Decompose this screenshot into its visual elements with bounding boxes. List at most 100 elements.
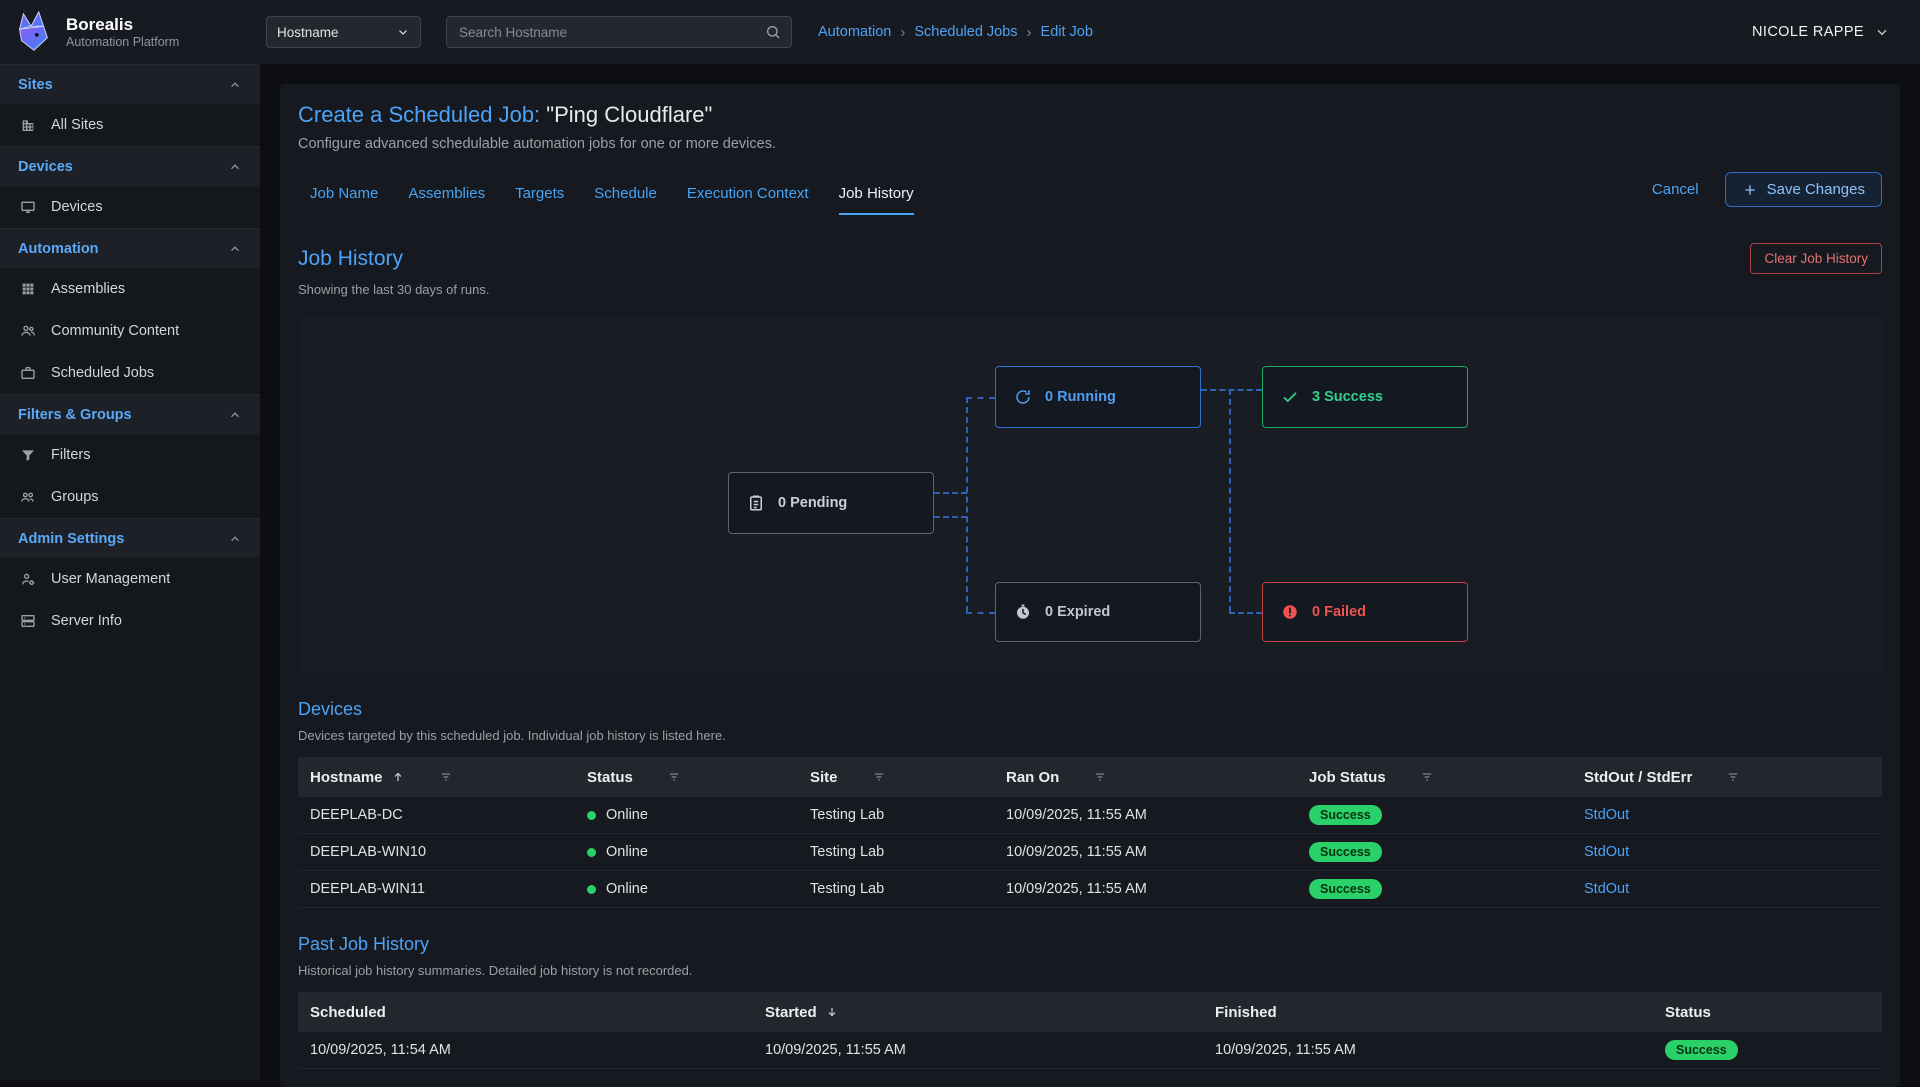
status-badge: Success xyxy=(1309,805,1382,825)
clock-icon xyxy=(1014,603,1032,621)
stdout-link[interactable]: StdOut xyxy=(1584,881,1629,897)
sidebar-item-assemblies[interactable]: Assemblies xyxy=(0,268,260,310)
page-subtitle: Configure advanced schedulable automatio… xyxy=(298,136,1882,152)
breadcrumb-edit-job[interactable]: Edit Job xyxy=(1041,24,1093,40)
tab-execution-context[interactable]: Execution Context xyxy=(687,185,809,215)
sidebar-item-label: Groups xyxy=(51,489,99,505)
table-row[interactable]: 10/09/2025, 11:54 AM 10/09/2025, 11:55 A… xyxy=(298,1032,1882,1069)
tabs: Job Name Assemblies Targets Schedule Exe… xyxy=(298,185,914,215)
sidebar-item-groups[interactable]: Groups xyxy=(0,476,260,518)
funnel-icon xyxy=(20,447,36,463)
flow-expired-label: 0 Expired xyxy=(1045,604,1110,620)
online-dot-icon xyxy=(587,811,596,820)
column-label: Started xyxy=(765,1004,817,1021)
column-header-status[interactable]: Status xyxy=(1653,1004,1882,1021)
briefcase-icon xyxy=(20,365,36,381)
search-input[interactable] xyxy=(457,24,765,41)
save-changes-button[interactable]: Save Changes xyxy=(1725,172,1882,207)
flow-expired-box: 0 Expired xyxy=(995,582,1201,642)
sort-asc-icon[interactable] xyxy=(391,770,405,784)
flow-connector xyxy=(1229,389,1231,612)
column-header-ran-on[interactable]: Ran On xyxy=(994,769,1297,786)
column-label: Ran On xyxy=(1006,769,1059,786)
column-header-scheduled[interactable]: Scheduled xyxy=(298,1004,753,1021)
flow-connector xyxy=(966,397,995,399)
job-history-heading: Job History xyxy=(298,247,403,271)
sidebar-item-label: User Management xyxy=(51,571,170,587)
clear-job-history-button[interactable]: Clear Job History xyxy=(1750,243,1882,274)
sidebar-item-scheduled-jobs[interactable]: Scheduled Jobs xyxy=(0,352,260,394)
sidebar-item-all-sites[interactable]: All Sites xyxy=(0,104,260,146)
stdout-link[interactable]: StdOut xyxy=(1584,844,1629,860)
breadcrumb-automation[interactable]: Automation xyxy=(818,24,891,40)
tab-targets[interactable]: Targets xyxy=(515,185,564,215)
breadcrumb-scheduled-jobs[interactable]: Scheduled Jobs xyxy=(914,24,1017,40)
filter-icon[interactable] xyxy=(667,770,681,784)
column-label: Status xyxy=(587,769,633,786)
cancel-button[interactable]: Cancel xyxy=(1652,181,1699,198)
column-header-status[interactable]: Status xyxy=(575,769,798,786)
filter-icon[interactable] xyxy=(439,770,453,784)
sidebar-section-sites[interactable]: Sites xyxy=(0,64,260,104)
sidebar-section-admin-settings[interactable]: Admin Settings xyxy=(0,518,260,558)
sidebar-item-label: Assemblies xyxy=(51,281,125,297)
save-changes-label: Save Changes xyxy=(1767,181,1865,198)
search-hostname-box[interactable] xyxy=(446,16,792,48)
sidebar-item-label: Devices xyxy=(51,199,103,215)
flow-connector xyxy=(934,516,967,518)
flow-connector xyxy=(966,397,968,612)
filter-icon[interactable] xyxy=(1093,770,1107,784)
tab-job-history[interactable]: Job History xyxy=(839,185,914,215)
stdout-link[interactable]: StdOut xyxy=(1584,807,1629,823)
ran-on-cell: 10/09/2025, 11:55 AM xyxy=(994,881,1297,897)
column-header-started[interactable]: Started xyxy=(753,1004,1203,1021)
column-label: Site xyxy=(810,769,838,786)
sort-desc-icon[interactable] xyxy=(825,1005,839,1019)
flow-connector xyxy=(966,612,995,614)
flow-running-label: 0 Running xyxy=(1045,389,1116,405)
breadcrumb-separator: › xyxy=(900,24,905,41)
tab-job-name[interactable]: Job Name xyxy=(310,185,378,215)
sidebar-item-user-management[interactable]: User Management xyxy=(0,558,260,600)
form-actions: Cancel Save Changes xyxy=(1652,172,1882,215)
refresh-icon xyxy=(1014,388,1032,406)
sidebar-item-label: Community Content xyxy=(51,323,179,339)
past-job-history-heading: Past Job History xyxy=(298,934,1882,955)
table-row[interactable]: DEEPLAB-WIN11 Online Testing Lab 10/09/2… xyxy=(298,871,1882,908)
tab-schedule[interactable]: Schedule xyxy=(594,185,657,215)
past-job-history-subtitle: Historical job history summaries. Detail… xyxy=(298,963,1882,978)
sidebar-section-automation[interactable]: Automation xyxy=(0,228,260,268)
column-header-hostname[interactable]: Hostname xyxy=(298,769,575,786)
filter-icon[interactable] xyxy=(1420,770,1434,784)
borealis-logo-icon xyxy=(10,9,56,55)
filter-icon[interactable] xyxy=(1726,770,1740,784)
sidebar-section-devices[interactable]: Devices xyxy=(0,146,260,186)
column-header-stdout[interactable]: StdOut / StdErr xyxy=(1572,769,1882,786)
search-icon[interactable] xyxy=(765,24,781,40)
table-row[interactable]: DEEPLAB-WIN10 Online Testing Lab 10/09/2… xyxy=(298,834,1882,871)
column-header-finished[interactable]: Finished xyxy=(1203,1004,1653,1021)
sidebar-item-filters[interactable]: Filters xyxy=(0,434,260,476)
table-row[interactable]: DEEPLAB-DC Online Testing Lab 10/09/2025… xyxy=(298,797,1882,834)
sidebar-item-server-info[interactable]: Server Info xyxy=(0,600,260,642)
clipboard-icon xyxy=(747,494,765,512)
edit-job-card: Create a Scheduled Job: "Ping Cloudflare… xyxy=(280,84,1900,1087)
grid-icon xyxy=(20,281,36,297)
filter-icon[interactable] xyxy=(872,770,886,784)
user-name: NICOLE RAPPE xyxy=(1752,24,1864,40)
sidebar-item-devices[interactable]: Devices xyxy=(0,186,260,228)
column-header-site[interactable]: Site xyxy=(798,769,994,786)
stdout-cell: StdOut xyxy=(1572,881,1882,897)
chevron-up-icon xyxy=(228,78,242,92)
flow-success-label: 3 Success xyxy=(1312,389,1383,405)
tab-assemblies[interactable]: Assemblies xyxy=(408,185,485,215)
hostname-select[interactable]: Hostname xyxy=(266,16,421,48)
page-title-prefix: Create a Scheduled Job: xyxy=(298,102,540,127)
sidebar-item-label: Filters xyxy=(51,447,90,463)
user-menu[interactable]: NICOLE RAPPE xyxy=(1752,24,1920,40)
column-header-job-status[interactable]: Job Status xyxy=(1297,769,1572,786)
sidebar-item-community-content[interactable]: Community Content xyxy=(0,310,260,352)
page-title: Create a Scheduled Job: "Ping Cloudflare… xyxy=(298,102,1882,128)
sidebar-section-filters-groups[interactable]: Filters & Groups xyxy=(0,394,260,434)
flow-connector xyxy=(1229,612,1262,614)
